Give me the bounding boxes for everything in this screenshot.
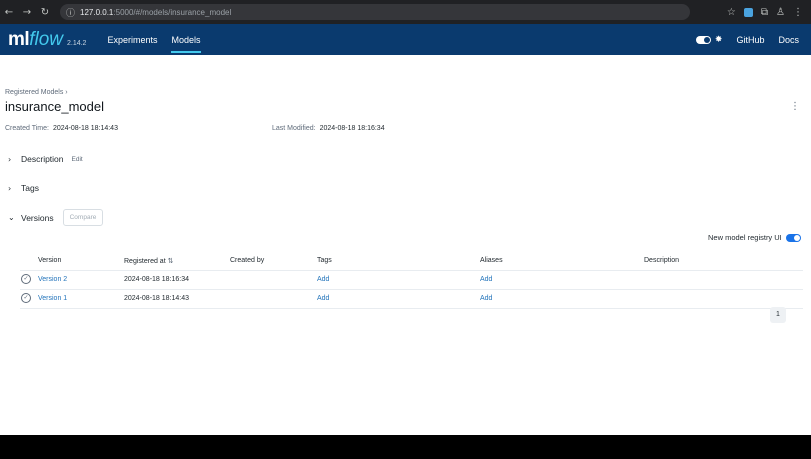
last-modified: Last Modified: 2024-08-18 18:16:34 (272, 125, 385, 132)
edit-description-link[interactable]: Edit (72, 156, 83, 163)
table-row: ✓ Version 2 2024-08-18 18:16:34 Add Add (20, 271, 803, 290)
sun-icon: ✸ (714, 34, 723, 45)
browser-menu-icon[interactable]: ⋮ (793, 7, 803, 18)
forward-icon[interactable]: → (18, 7, 36, 18)
add-tag-link[interactable]: Add (317, 276, 329, 283)
more-options-icon[interactable]: ⋮ (790, 101, 800, 112)
logo-flow-text: flow (29, 28, 63, 50)
col-version: Version (38, 257, 62, 264)
compare-button[interactable]: Compare (62, 209, 104, 226)
logo-ml-text: ml (8, 28, 30, 50)
description-section: › Description Edit (8, 154, 83, 164)
versions-table: Version Registered at ⇅ Created by Tags A… (20, 252, 803, 309)
chevron-right-icon[interactable]: › (8, 155, 18, 164)
extensions-puzzle-icon[interactable]: ⧉ (761, 7, 768, 18)
sort-icon[interactable]: ⇅ (168, 257, 174, 265)
reload-icon[interactable]: ↻ (36, 7, 54, 18)
last-modified-value: 2024-08-18 18:16:34 (319, 125, 385, 132)
created-time: Created Time: 2024-08-18 18:14:43 (5, 125, 118, 132)
extension-icon[interactable] (743, 7, 753, 17)
last-modified-label: Last Modified: (272, 125, 316, 132)
versions-toggle[interactable]: Versions (21, 213, 54, 223)
top-nav: Experiments Models (100, 24, 207, 55)
url-host: 127.0.0.1 (80, 7, 114, 17)
docs-link[interactable]: Docs (778, 35, 799, 45)
mlflow-header: ml flow 2.14.2 Experiments Models ✸ GitHu… (0, 24, 811, 55)
address-bar[interactable]: ⓘ 127.0.0.1:5000/#/models/insurance_mode… (60, 4, 690, 20)
chevron-down-icon[interactable]: ⌄ (8, 213, 18, 222)
model-page: Registered Models › insurance_model ⋮ Cr… (0, 55, 811, 435)
screen-frame: ← → ↻ ⓘ 127.0.0.1:5000/#/models/insuranc… (0, 0, 811, 459)
tags-toggle[interactable]: Tags (21, 183, 39, 193)
add-alias-link[interactable]: Add (480, 295, 492, 302)
mlflow-logo[interactable]: ml flow 2.14.2 (8, 29, 86, 51)
col-created-by: Created by (230, 257, 265, 264)
created-time-value: 2024-08-18 18:14:43 (52, 125, 118, 132)
col-aliases: Aliases (480, 257, 503, 264)
tags-section: › Tags (8, 183, 39, 193)
versions-section: ⌄ Versions Compare (8, 209, 104, 226)
check-circle-icon: ✓ (21, 293, 31, 303)
nav-experiments[interactable]: Experiments (100, 24, 164, 55)
table-row: ✓ Version 1 2024-08-18 18:14:43 Add Add (20, 290, 803, 309)
description-toggle[interactable]: Description (21, 154, 64, 164)
add-alias-link[interactable]: Add (480, 276, 492, 283)
github-link[interactable]: GitHub (736, 35, 764, 45)
version-link[interactable]: Version 2 (38, 276, 67, 283)
page-title: insurance_model (5, 99, 105, 114)
page-number-button[interactable]: 1 (770, 307, 786, 323)
browser-toolbar: ← → ↻ ⓘ 127.0.0.1:5000/#/models/insuranc… (0, 0, 811, 24)
col-registered-at-label: Registered at (124, 258, 166, 265)
new-registry-ui-toggle: New model registry UI (708, 233, 801, 242)
new-registry-ui-label: New model registry UI (708, 233, 782, 242)
col-tags: Tags (317, 257, 332, 264)
mlflow-version: 2.14.2 (66, 39, 87, 47)
registry-ui-switch[interactable] (785, 233, 801, 242)
url-path: :5000/#/models/insurance_model (113, 7, 232, 17)
registered-at-cell: 2024-08-18 18:14:43 (124, 295, 189, 302)
profile-icon[interactable]: ♙ (776, 7, 785, 18)
registered-at-cell: 2024-08-18 18:16:34 (124, 276, 189, 283)
chevron-right-icon[interactable]: › (8, 184, 18, 193)
col-registered-at[interactable]: Registered at ⇅ (124, 257, 174, 265)
created-time-label: Created Time: (5, 125, 49, 132)
check-circle-icon: ✓ (21, 274, 31, 284)
back-icon[interactable]: ← (0, 7, 18, 18)
breadcrumb[interactable]: Registered Models › (5, 89, 68, 96)
dark-mode-toggle[interactable] (695, 35, 711, 44)
col-description: Description (644, 257, 680, 264)
nav-models[interactable]: Models (164, 24, 207, 55)
site-info-icon[interactable]: ⓘ (66, 6, 75, 19)
version-link[interactable]: Version 1 (38, 295, 67, 302)
table-header-row: Version Registered at ⇅ Created by Tags A… (20, 252, 803, 271)
bookmark-star-icon[interactable]: ☆ (727, 7, 736, 18)
add-tag-link[interactable]: Add (317, 295, 329, 302)
